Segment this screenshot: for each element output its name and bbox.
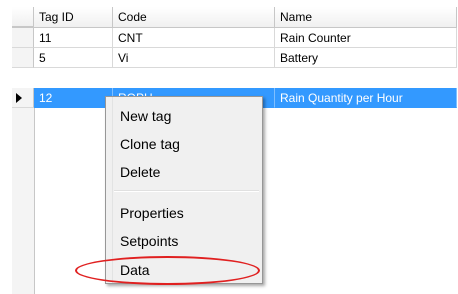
table-row-cell-id[interactable]: 12 <box>34 88 113 108</box>
table-row-cell-name[interactable]: Rain Quantity per Hour <box>275 88 457 108</box>
table-row-cell-code[interactable]: CNT <box>113 28 275 48</box>
grid-corner[interactable] <box>12 7 34 27</box>
menu-icon-gutter <box>106 97 113 283</box>
current-row-arrow-icon <box>16 93 22 103</box>
table-row-cell-id[interactable]: 11 <box>34 28 113 48</box>
col-header-name[interactable]: Name <box>275 7 457 27</box>
table-row-cell-name[interactable]: Rain Counter <box>275 28 457 48</box>
highlight-oval <box>75 256 260 285</box>
menu-separator <box>114 190 259 192</box>
row-header[interactable] <box>12 28 34 48</box>
menu-item-delete[interactable]: Delete <box>120 159 160 185</box>
table-row-cell-name[interactable]: Battery <box>275 48 457 68</box>
row-header[interactable] <box>12 48 34 68</box>
menu-item-setpoints[interactable]: Setpoints <box>120 228 178 254</box>
col-header-tag-id[interactable]: Tag ID <box>34 7 113 27</box>
row-header-column <box>12 108 35 294</box>
menu-item-clone-tag[interactable]: Clone tag <box>120 131 180 157</box>
col-header-code[interactable]: Code <box>113 7 275 27</box>
table-row-cell-id[interactable]: 5 <box>34 48 113 68</box>
menu-item-new-tag[interactable]: New tag <box>120 103 171 129</box>
table-row-cell-code[interactable]: Vi <box>113 48 275 68</box>
menu-item-properties[interactable]: Properties <box>120 200 184 226</box>
